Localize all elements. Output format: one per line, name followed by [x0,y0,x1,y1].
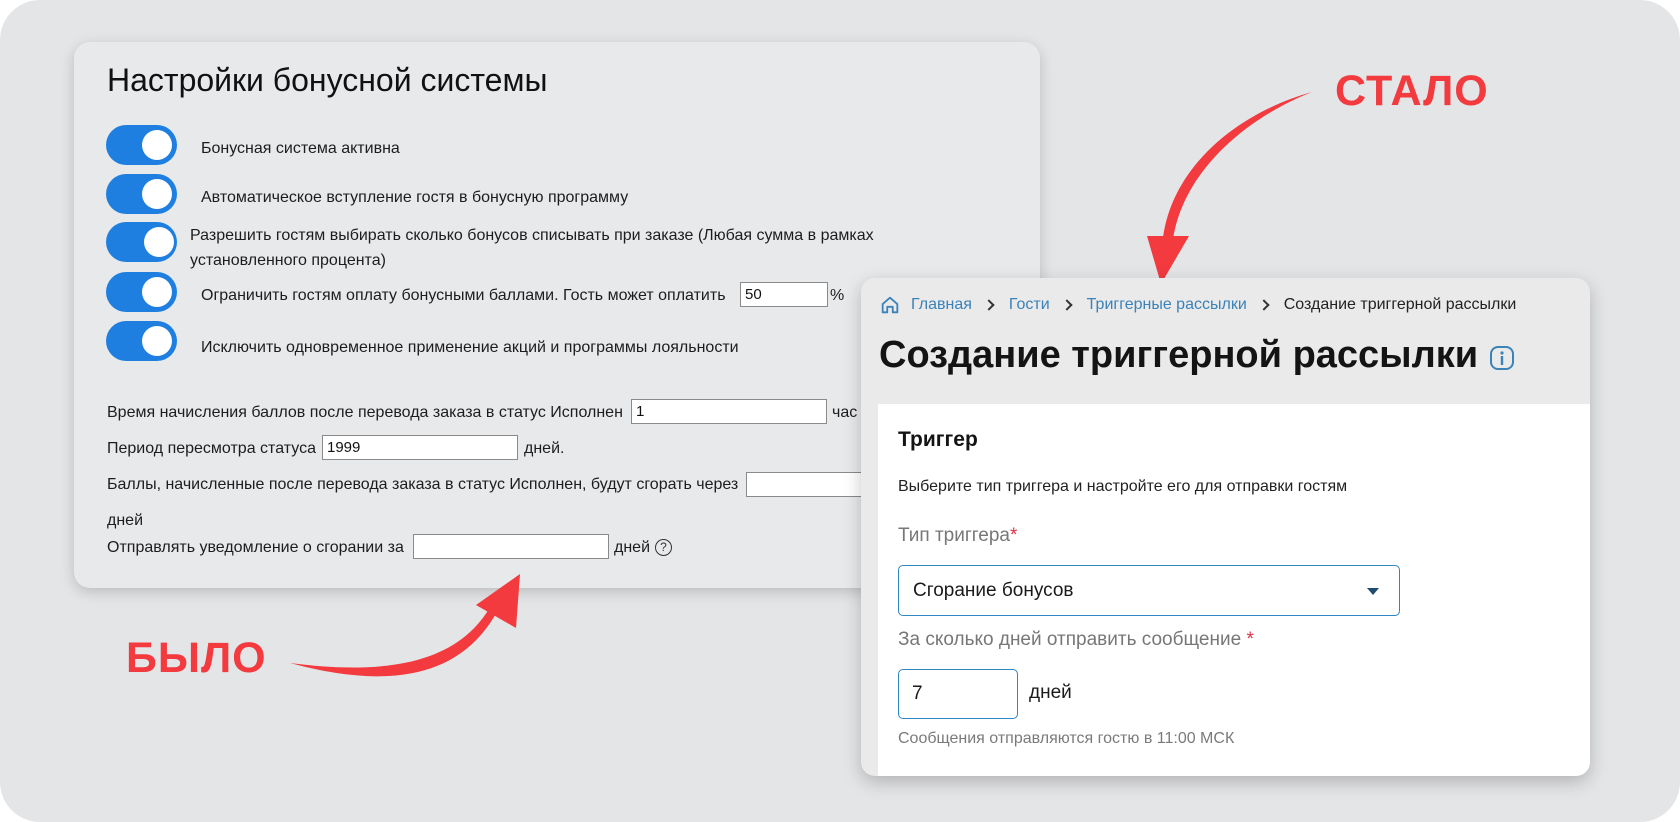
notify-suffix: дней [614,539,651,556]
days-before-label-text: За сколько дней отправить сообщение [898,629,1242,650]
comparison-canvas: Настройки бонусной системы Бонусная сист… [0,0,1680,822]
trigger-type-select[interactable]: Сгорание бонусов [898,565,1400,616]
accrual-time-input[interactable] [631,399,827,424]
review-period-label: Период пересмотра статуса [107,440,316,457]
trigger-type-label: Тип триггера* [898,525,1017,547]
expiry-suffix: дней [107,512,144,529]
chevron-right-icon [1061,299,1073,311]
required-mark: * [1009,525,1018,546]
toggle-knob [142,277,172,307]
breadcrumb-current: Создание триггерной рассылки [1283,296,1517,313]
days-before-value: 7 [912,683,923,704]
after-arrow-icon [1147,92,1312,284]
toggle-bonus-active[interactable] [106,125,177,165]
send-time-hint: Сообщения отправляются гостю в 11:00 МСК [898,730,1235,747]
toggle-choose-bonus-amount[interactable] [106,222,177,262]
trigger-type-label-text: Тип триггера [898,525,1010,546]
review-period-input[interactable] [322,435,518,460]
limit-percent-suffix: % [830,287,845,304]
toggle-limit-bonus-payment[interactable] [106,272,177,312]
page-title: Создание триггерной рассылки [879,334,1479,376]
home-icon[interactable] [879,294,901,316]
trigger-type-selected-value: Сгорание бонусов [913,580,1074,601]
days-unit-label: дней [1029,682,1072,703]
toggle-knob [142,326,172,356]
new-trigger-panel: Главная Гости Триггерные рассылки Создан… [861,278,1590,776]
expiry-input[interactable] [746,472,866,497]
trigger-card-heading: Триггер [898,428,978,451]
question-circle-icon[interactable]: ? [655,539,672,556]
trigger-card-description: Выберите тип триггера и настройте его дл… [898,478,1348,495]
required-mark: * [1246,629,1254,650]
breadcrumb-link-guests[interactable]: Гости [1009,296,1050,314]
days-before-input[interactable]: 7 [898,669,1018,719]
caret-down-icon [1367,588,1379,595]
option-label-exclude-promotions: Исключить одновременное применение акций… [201,339,739,356]
chevron-right-icon [983,299,995,311]
before-arrow-icon [290,574,520,677]
option-label-choose-bonus-amount: Разрешить гостям выбирать сколько бонусо… [190,227,874,269]
expiry-label: Баллы, начисленные после перевода заказа… [107,476,739,493]
toggle-knob [142,179,172,209]
accrual-time-label: Время начисления баллов после перевода з… [107,404,623,421]
before-label: БЫЛО [126,634,267,682]
accrual-time-suffix: час [832,404,858,421]
toggle-exclude-promotions[interactable] [106,321,177,361]
info-icon[interactable] [1489,345,1515,371]
after-label: СТАЛО [1335,67,1489,115]
toggle-knob [142,130,172,160]
toggle-knob [144,227,174,257]
breadcrumb-link-home[interactable]: Главная [911,296,972,314]
breadcrumb-link-trigger-mailings[interactable]: Триггерные рассылки [1087,296,1247,314]
trigger-card: Триггер Выберите тип триггера и настройт… [878,404,1590,776]
option-label-auto-join: Автоматическое вступление гостя в бонусн… [201,189,629,206]
limit-percent-input[interactable] [740,282,828,307]
notify-label: Отправлять уведомление о сгорании за [107,539,404,556]
option-label-limit-bonus-payment: Ограничить гостям оплату бонусными балла… [201,287,726,304]
review-period-suffix: дней. [524,440,565,457]
notify-input[interactable] [413,534,609,559]
days-before-label: За сколько дней отправить сообщение * [898,629,1254,651]
option-label-bonus-active: Бонусная система активна [201,140,400,157]
chevron-right-icon [1258,299,1270,311]
old-settings-title: Настройки бонусной системы [107,62,548,98]
toggle-auto-join[interactable] [106,174,177,214]
breadcrumb: Главная Гости Триггерные рассылки Создан… [879,292,1516,318]
